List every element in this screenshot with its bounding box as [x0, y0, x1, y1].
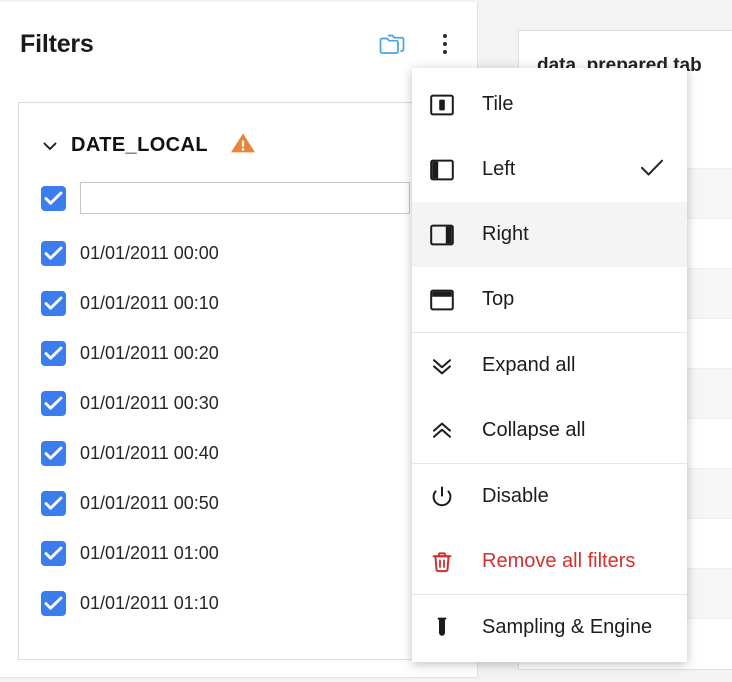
menu-item-right[interactable]: Right	[412, 202, 687, 267]
filter-value-label: 01/01/2011 00:30	[80, 392, 219, 413]
filter-value-row[interactable]: 01/01/2011 01:00	[41, 528, 457, 578]
kebab-dot	[443, 50, 447, 54]
kebab-dot	[443, 34, 447, 38]
folder-stack-icon[interactable]	[379, 32, 405, 56]
chevron-double-up-icon	[430, 420, 460, 442]
filter-value-label: 01/01/2011 00:40	[80, 442, 219, 463]
filter-value-label: 01/01/2011 01:10	[80, 592, 219, 613]
menu-item-label: Disable	[482, 485, 549, 507]
filter-value-checkbox[interactable]	[41, 440, 66, 466]
filter-search-row	[19, 160, 457, 214]
filter-value-row[interactable]: 01/01/2011 00:30	[41, 378, 457, 428]
filter-value-label: 01/01/2011 00:20	[80, 342, 219, 363]
filter-value-row[interactable]: 01/01/2011 00:20	[41, 328, 457, 378]
filter-value-label: 01/01/2011 00:10	[80, 292, 219, 313]
filter-value-checkbox[interactable]	[41, 290, 66, 316]
filter-value-checkbox[interactable]	[41, 340, 66, 366]
filter-value-label: 01/01/2011 00:00	[80, 242, 219, 263]
filter-value-label: 01/01/2011 00:50	[80, 492, 219, 513]
filter-value-checkbox[interactable]	[41, 590, 66, 616]
header-actions	[379, 32, 453, 56]
filter-value-checkbox[interactable]	[41, 390, 66, 416]
warning-triangle-icon	[230, 131, 256, 160]
menu-item-label: Sampling & Engine	[482, 616, 653, 638]
filter-value-row[interactable]: 01/01/2011 00:00	[41, 228, 457, 278]
menu-item-collapse-all[interactable]: Collapse all	[412, 398, 687, 463]
layout-tile-icon	[430, 94, 460, 116]
menu-item-label: Tile	[482, 93, 514, 115]
filters-panel: Filters DATE_LOCAL 01/01/2011 00:00 01/0…	[0, 2, 478, 678]
chevron-down-icon[interactable]	[41, 137, 59, 155]
menu-item-left[interactable]: Left	[412, 137, 687, 202]
layout-top-icon	[430, 289, 460, 311]
more-vertical-icon[interactable]	[437, 32, 453, 56]
trash-icon	[430, 551, 460, 573]
filters-panel-header: Filters	[0, 2, 477, 74]
filter-field-name: DATE_LOCAL	[71, 134, 208, 156]
menu-item-remove-all-filters[interactable]: Remove all filters	[412, 529, 687, 594]
power-icon	[430, 485, 460, 508]
search-input[interactable]	[80, 182, 410, 214]
menu-item-label: Left	[482, 158, 516, 180]
layout-right-icon	[430, 224, 460, 246]
menu-item-top[interactable]: Top	[412, 267, 687, 332]
check-icon	[639, 156, 665, 183]
menu-item-label: Collapse all	[482, 419, 586, 441]
select-all-checkbox[interactable]	[41, 185, 66, 211]
filter-value-checkbox[interactable]	[41, 240, 66, 266]
filter-value-label: 01/01/2011 01:00	[80, 542, 219, 563]
menu-item-label: Top	[482, 288, 515, 310]
test-tube-icon	[430, 617, 460, 639]
kebab-dot	[443, 42, 447, 46]
filter-value-row[interactable]: 01/01/2011 00:40	[41, 428, 457, 478]
menu-item-sampling-engine[interactable]: Sampling & Engine	[412, 595, 687, 660]
filter-value-checkbox[interactable]	[41, 490, 66, 516]
layout-left-icon	[430, 159, 460, 181]
filter-value-row[interactable]: 01/01/2011 00:50	[41, 478, 457, 528]
menu-item-label: Remove all filters	[482, 550, 636, 572]
menu-item-label: Right	[482, 223, 529, 245]
filter-card: DATE_LOCAL 01/01/2011 00:00 01/01/2011 0…	[18, 102, 458, 660]
chevron-double-down-icon	[430, 355, 460, 377]
menu-item-tile[interactable]: Tile	[412, 72, 687, 137]
menu-item-label: Expand all	[482, 354, 576, 376]
menu-item-expand-all[interactable]: Expand all	[412, 333, 687, 398]
filter-value-row[interactable]: 01/01/2011 00:10	[41, 278, 457, 328]
page-title: Filters	[20, 30, 94, 58]
filter-value-row[interactable]: 01/01/2011 01:10	[41, 578, 457, 628]
filter-header[interactable]: DATE_LOCAL	[19, 103, 457, 160]
filter-value-checkbox[interactable]	[41, 540, 66, 566]
filter-value-list: 01/01/2011 00:00 01/01/2011 00:10 01/01/20…	[19, 214, 457, 628]
filters-options-menu: Tile Left Right Top Expand all Collapse all Di…	[412, 68, 687, 662]
menu-item-disable[interactable]: Disable	[412, 464, 687, 529]
app-root: data_prepared tab 01/01/2011 00:0001/01/…	[0, 0, 732, 682]
